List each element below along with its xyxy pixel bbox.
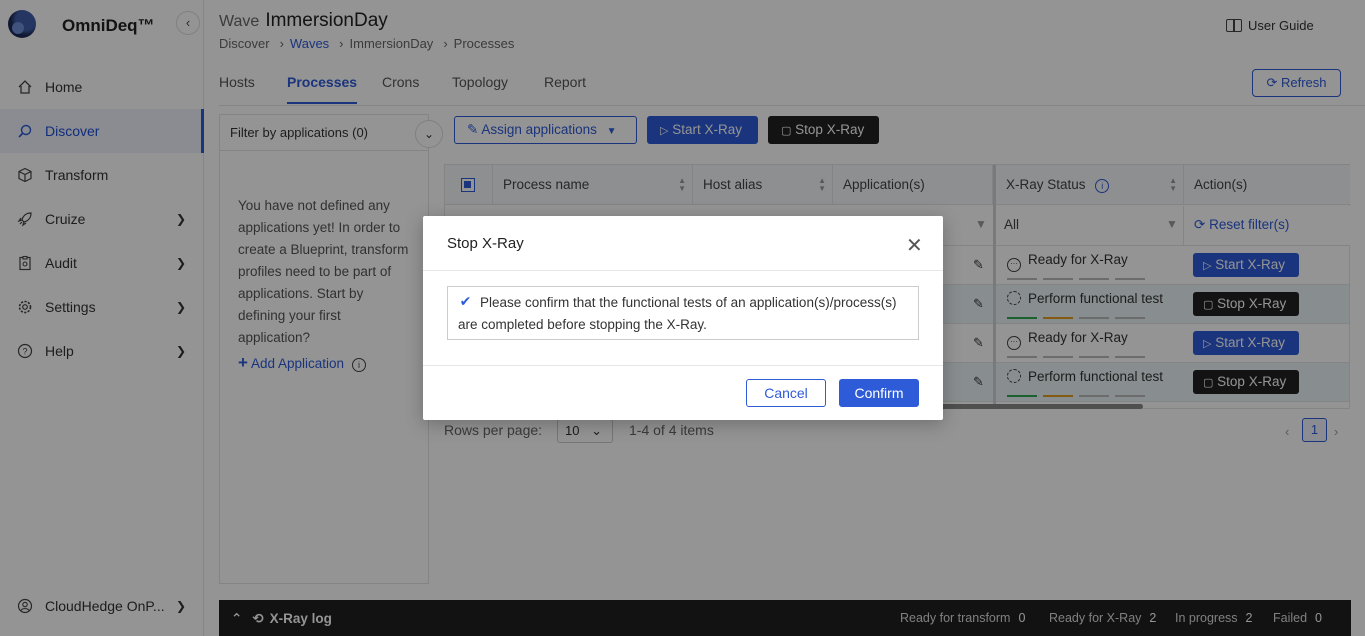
stop-xray-dialog: Stop X-Ray ✕ ✔ Please confirm that the f… [423, 216, 943, 420]
close-icon[interactable]: ✕ [906, 236, 923, 256]
confirm-checkbox-box[interactable]: ✔ Please confirm that the functional tes… [447, 286, 919, 340]
confirm-button[interactable]: Confirm [839, 379, 919, 407]
cancel-button[interactable]: Cancel [746, 379, 826, 407]
confirm-checkbox-label: Please confirm that the functional tests… [458, 295, 897, 332]
divider [423, 365, 943, 366]
divider [423, 270, 943, 271]
dialog-title: Stop X-Ray [447, 235, 524, 252]
